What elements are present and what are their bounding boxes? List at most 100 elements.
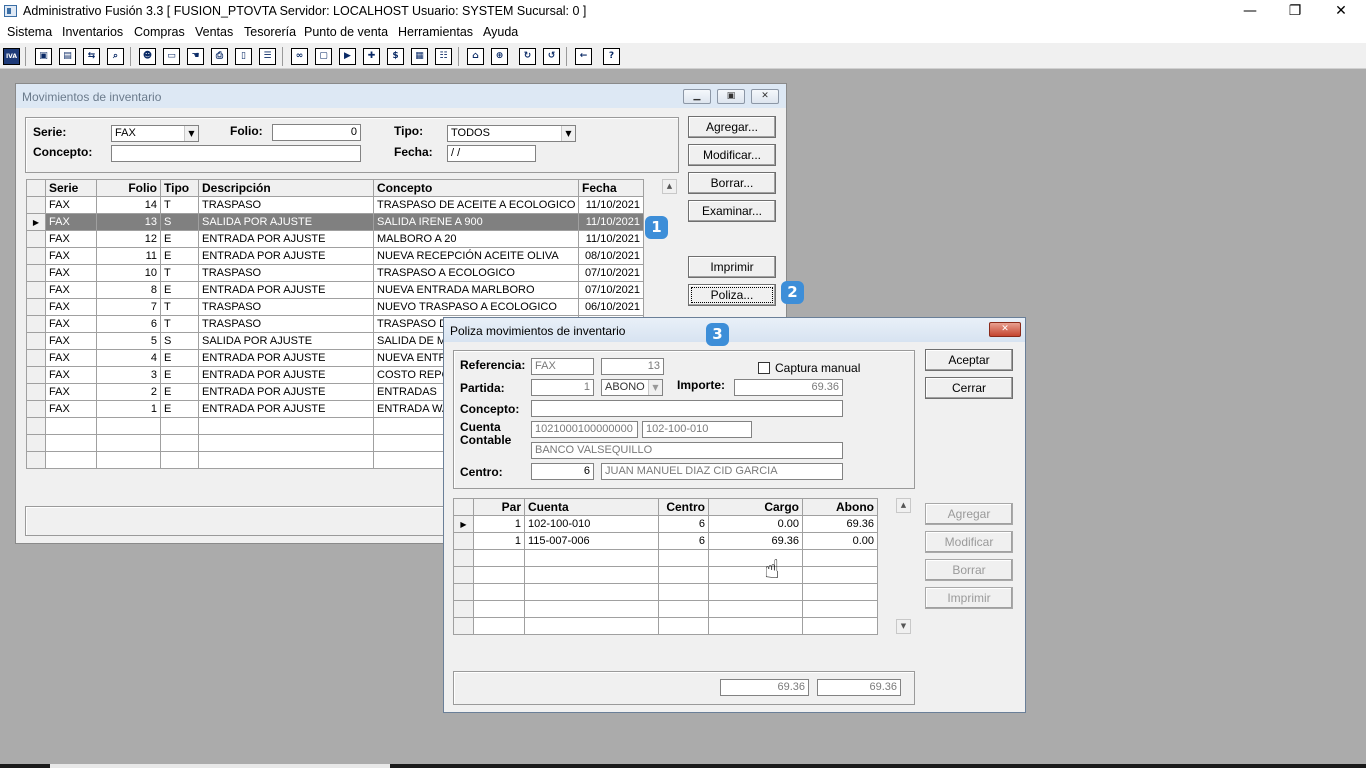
printer-doc-icon[interactable]: ⎙ xyxy=(211,48,228,65)
chevron-down-icon[interactable]: ▼ xyxy=(184,126,198,141)
table-row[interactable]: FAX 7 T TRASPASO NUEVO TRASPASO A ECOLOGICO 0… xyxy=(26,298,644,316)
col-cargo[interactable]: Cargo xyxy=(708,498,803,516)
borrar-button[interactable]: Borrar... xyxy=(688,172,776,194)
table-row[interactable]: FAX 8 E ENTRADA POR AJUSTE NUEVA ENTRADA MAR… xyxy=(26,281,644,299)
fecha-input[interactable]: / / xyxy=(447,145,536,162)
menu-inventarios[interactable]: Inventarios xyxy=(62,25,123,39)
box-icon[interactable]: ▢ xyxy=(315,48,332,65)
table-row[interactable]: ▶ 1 102-100-010 6 0.00 69.36 xyxy=(453,515,878,533)
refresh-icon[interactable]: ↻ xyxy=(519,48,536,65)
concepto-input[interactable] xyxy=(111,145,361,162)
step-badge-3: 3 xyxy=(706,323,729,346)
col-par[interactable]: Par xyxy=(473,498,525,516)
col-folio[interactable]: Folio xyxy=(96,179,161,197)
col-descripcion[interactable]: Descripción xyxy=(198,179,374,197)
menu-herramientas[interactable]: Herramientas xyxy=(398,25,473,39)
mov-minimize-icon[interactable]: ▁ xyxy=(683,89,711,104)
col-tipo[interactable]: Tipo xyxy=(160,179,199,197)
add-icon[interactable]: ✚ xyxy=(363,48,380,65)
table-row[interactable]: FAX 12 E ENTRADA POR AJUSTE MALBORO A 20 11/1… xyxy=(26,230,644,248)
poliza-close-icon[interactable]: ✕ xyxy=(989,322,1021,337)
importe-label: Importe: xyxy=(677,378,725,392)
clipboard-icon[interactable]: ▤ xyxy=(59,48,76,65)
chevron-down-icon[interactable]: ▼ xyxy=(561,126,575,141)
transfer-icon[interactable]: ⇆ xyxy=(83,48,100,65)
zoom-icon[interactable]: ⊕ xyxy=(491,48,508,65)
serie-select[interactable]: FAX ▼ xyxy=(111,125,199,142)
help-icon[interactable]: ? xyxy=(603,48,620,65)
table-row[interactable]: FAX 11 E ENTRADA POR AJUSTE NUEVA RECEPCIÓN … xyxy=(26,247,644,265)
examinar-button[interactable]: Examinar... xyxy=(688,200,776,222)
partida-tipo-select[interactable]: ABONO ▼ xyxy=(601,379,663,396)
minimize-button[interactable]: — xyxy=(1227,0,1273,23)
centro-field[interactable]: 6 xyxy=(531,463,594,480)
col-cuenta[interactable]: Cuenta xyxy=(524,498,659,516)
app-icon xyxy=(4,5,17,17)
search-doc-icon[interactable]: ⌕ xyxy=(107,48,124,65)
cell-par: 1 xyxy=(473,515,525,533)
poliza-imprimir-button[interactable]: Imprimir xyxy=(925,587,1013,609)
mov-restore-icon[interactable]: ▣ xyxy=(717,89,745,104)
truck-icon[interactable]: ▶ xyxy=(339,48,356,65)
poliza-scrollbar[interactable]: ▲ ▼ xyxy=(896,498,911,635)
cell-descripcion: ENTRADA POR AJUSTE xyxy=(198,281,374,299)
cell-serie: FAX xyxy=(45,196,97,214)
scroll-down-icon[interactable]: ▼ xyxy=(896,619,911,634)
aceptar-button[interactable]: Aceptar xyxy=(925,349,1013,371)
menu-tesoreria[interactable]: Tesorería xyxy=(244,25,296,39)
list-icon[interactable]: ☰ xyxy=(259,48,276,65)
poliza-modificar-button[interactable]: Modificar xyxy=(925,531,1013,553)
col-serie[interactable]: Serie xyxy=(45,179,97,197)
modificar-button[interactable]: Modificar... xyxy=(688,144,776,166)
table-row[interactable]: FAX 10 T TRASPASO TRASPASO A ECOLOGICO 07/10/… xyxy=(26,264,644,282)
cerrar-button[interactable]: Cerrar xyxy=(925,377,1013,399)
folder-icon[interactable]: ▭ xyxy=(163,48,180,65)
restore-button[interactable]: ❐ xyxy=(1272,0,1318,23)
folio-input[interactable]: 0 xyxy=(272,124,361,141)
cell-abono: 69.36 xyxy=(802,515,878,533)
current-row-arrow-icon: ▶ xyxy=(26,213,46,231)
iva-icon[interactable]: IVA xyxy=(3,48,20,65)
cell-descripcion: ENTRADA POR AJUSTE xyxy=(198,230,374,248)
catalog-icon[interactable]: ▣ xyxy=(35,48,52,65)
scroll-up-icon[interactable]: ▲ xyxy=(662,179,677,194)
poliza-agregar-button[interactable]: Agregar xyxy=(925,503,1013,525)
exit-icon[interactable]: ← xyxy=(575,48,592,65)
col-abono[interactable]: Abono xyxy=(802,498,878,516)
report-icon[interactable]: ▦ xyxy=(411,48,428,65)
table-icon[interactable]: ☷ xyxy=(435,48,452,65)
table-row[interactable]: 1 115-007-006 6 69.36 0.00 xyxy=(453,532,878,550)
table-row[interactable]: FAX 14 T TRASPASO TRASPASO DE ACEITE A ECOLO… xyxy=(26,196,644,214)
close-button[interactable]: ✕ xyxy=(1318,0,1364,23)
poliza-button[interactable]: Poliza... xyxy=(688,284,776,306)
menu-compras[interactable]: Compras xyxy=(134,25,185,39)
table-row-selected[interactable]: ▶ FAX 13 S SALIDA POR AJUSTE SALIDA IRENE A 9… xyxy=(26,213,644,231)
document-icon[interactable]: ▯ xyxy=(235,48,252,65)
menu-ventas[interactable]: Ventas xyxy=(195,25,233,39)
cell-fecha: 11/10/2021 xyxy=(578,196,644,214)
mov-close-icon[interactable]: ✕ xyxy=(751,89,779,104)
menu-sistema[interactable]: Sistema xyxy=(7,25,52,39)
scroll-up-icon[interactable]: ▲ xyxy=(896,498,911,513)
serie-label: Serie: xyxy=(33,125,67,139)
menu-ayuda[interactable]: Ayuda xyxy=(483,25,518,39)
contable-label: Contable xyxy=(460,433,512,447)
dollar-icon[interactable]: $ xyxy=(387,48,404,65)
col-fecha[interactable]: Fecha xyxy=(578,179,644,197)
col-concepto[interactable]: Concepto xyxy=(373,179,579,197)
agregar-button[interactable]: Agregar... xyxy=(688,116,776,138)
chevron-down-icon[interactable]: ▼ xyxy=(648,380,662,395)
menu-punto-de-venta[interactable]: Punto de venta xyxy=(304,25,388,39)
hand-doc-icon[interactable]: ☚ xyxy=(187,48,204,65)
tipo-select[interactable]: TODOS ▼ xyxy=(447,125,576,142)
col-centro[interactable]: Centro xyxy=(658,498,709,516)
imprimir-button[interactable]: Imprimir xyxy=(688,256,776,278)
home-icon[interactable]: ⌂ xyxy=(467,48,484,65)
binoculars-icon[interactable]: ∞ xyxy=(291,48,308,65)
user-icon[interactable]: ☻ xyxy=(139,48,156,65)
undo-icon[interactable]: ↺ xyxy=(543,48,560,65)
poliza-borrar-button[interactable]: Borrar xyxy=(925,559,1013,581)
poliza-concepto-label: Concepto: xyxy=(460,402,520,416)
toolbar: IVA ▣ ▤ ⇆ ⌕ ☻ ▭ ☚ ⎙ ▯ ☰ ∞ ▢ ▶ ✚ $ ▦ ☷ ⌂ … xyxy=(0,43,1366,69)
captura-manual-checkbox[interactable] xyxy=(758,362,770,374)
